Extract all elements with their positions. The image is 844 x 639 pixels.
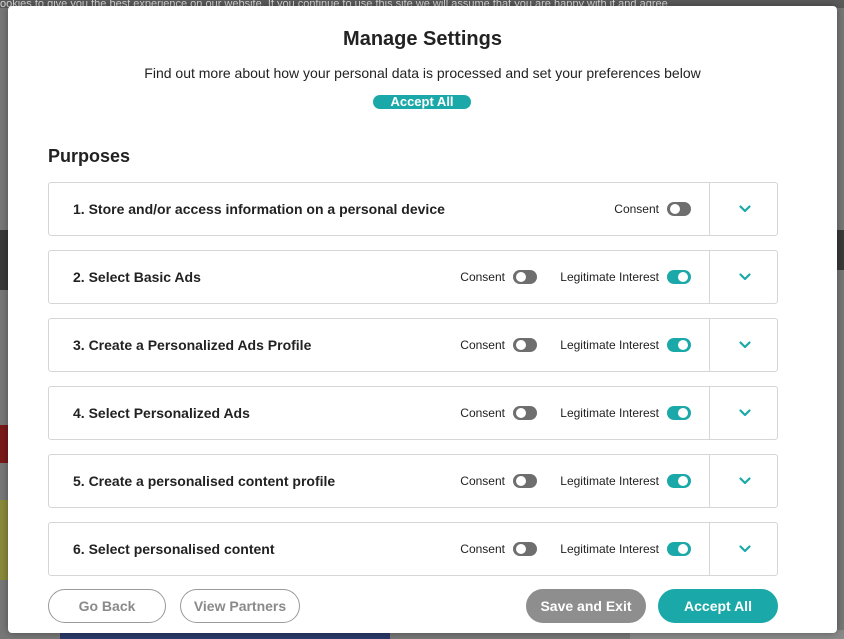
- legitimate-interest-label: Legitimate Interest: [560, 338, 659, 352]
- chevron-down-icon: [738, 409, 751, 417]
- toggle-knob: [678, 476, 688, 486]
- legitimate-interest-toggle-group: Legitimate Interest: [560, 319, 691, 371]
- consent-toggle-group: Consent: [460, 251, 537, 303]
- purpose-row: 3. Create a Personalized Ads Profile Cons…: [48, 318, 778, 372]
- consent-label: Consent: [460, 270, 505, 284]
- chevron-down-icon: [738, 545, 751, 553]
- toggle-knob: [678, 272, 688, 282]
- dialog-subtitle: Find out more about how your personal da…: [144, 65, 701, 81]
- accept-all-button[interactable]: Accept All: [658, 589, 778, 623]
- legitimate-interest-label: Legitimate Interest: [560, 406, 659, 420]
- consent-toggle[interactable]: [667, 202, 691, 216]
- expand-purpose-button[interactable]: [710, 319, 779, 371]
- legitimate-interest-toggle[interactable]: [667, 270, 691, 284]
- go-back-button[interactable]: Go Back: [48, 589, 166, 623]
- chevron-down-icon: [738, 205, 751, 213]
- manage-settings-dialog: Manage Settings Find out more about how …: [8, 6, 837, 633]
- legitimate-interest-toggle[interactable]: [667, 406, 691, 420]
- expand-purpose-button[interactable]: [710, 387, 779, 439]
- consent-toggle-group: Consent: [614, 183, 691, 235]
- purpose-title: 1. Store and/or access information on a …: [73, 201, 445, 217]
- legitimate-interest-label: Legitimate Interest: [560, 474, 659, 488]
- toggle-knob: [678, 340, 688, 350]
- purpose-title: 4. Select Personalized Ads: [73, 405, 250, 421]
- purpose-row: 1. Store and/or access information on a …: [48, 182, 778, 236]
- consent-toggle-group: Consent: [460, 523, 537, 575]
- consent-toggle[interactable]: [513, 338, 537, 352]
- consent-toggle[interactable]: [513, 406, 537, 420]
- toggle-knob: [516, 544, 526, 554]
- legitimate-interest-label: Legitimate Interest: [560, 542, 659, 556]
- purpose-row: 2. Select Basic Ads Consent Legitimate Int…: [48, 250, 778, 304]
- expand-purpose-button[interactable]: [710, 523, 779, 575]
- legitimate-interest-toggle[interactable]: [667, 474, 691, 488]
- consent-toggle[interactable]: [513, 542, 537, 556]
- purposes-list: 1. Store and/or access information on a …: [48, 182, 778, 590]
- consent-label: Consent: [460, 542, 505, 556]
- expand-purpose-button[interactable]: [710, 455, 779, 507]
- legitimate-interest-toggle[interactable]: [667, 338, 691, 352]
- consent-toggle-group: Consent: [460, 387, 537, 439]
- accept-all-top-button[interactable]: Accept All: [373, 95, 471, 109]
- purpose-row: 5. Create a personalised content profile…: [48, 454, 778, 508]
- purposes-heading: Purposes: [48, 146, 131, 166]
- purpose-title: 3. Create a Personalized Ads Profile: [73, 337, 312, 353]
- consent-label: Consent: [614, 202, 659, 216]
- toggle-knob: [516, 408, 526, 418]
- purpose-title: 2. Select Basic Ads: [73, 269, 201, 285]
- legitimate-interest-toggle-group: Legitimate Interest: [560, 387, 691, 439]
- toggle-knob: [516, 476, 526, 486]
- purpose-title: 6. Select personalised content: [73, 541, 275, 557]
- consent-label: Consent: [460, 406, 505, 420]
- background-block: [836, 230, 844, 270]
- legitimate-interest-toggle-group: Legitimate Interest: [560, 251, 691, 303]
- legitimate-interest-toggle-group: Legitimate Interest: [560, 455, 691, 507]
- consent-toggle[interactable]: [513, 474, 537, 488]
- toggle-knob: [670, 204, 680, 214]
- consent-toggle[interactable]: [513, 270, 537, 284]
- toggle-knob: [516, 272, 526, 282]
- purpose-row: 4. Select Personalized Ads Consent Legitim…: [48, 386, 778, 440]
- toggle-knob: [516, 340, 526, 350]
- consent-label: Consent: [460, 338, 505, 352]
- purpose-title: 5. Create a personalised content profile: [73, 473, 336, 489]
- legitimate-interest-toggle[interactable]: [667, 542, 691, 556]
- consent-toggle-group: Consent: [460, 319, 537, 371]
- toggle-knob: [678, 544, 688, 554]
- chevron-down-icon: [738, 341, 751, 349]
- chevron-down-icon: [738, 273, 751, 281]
- legitimate-interest-label: Legitimate Interest: [560, 270, 659, 284]
- expand-purpose-button[interactable]: [710, 251, 779, 303]
- dialog-title: Manage Settings: [343, 28, 502, 50]
- purpose-row: 6. Select personalised content Consent Leg…: [48, 522, 778, 576]
- toggle-knob: [678, 408, 688, 418]
- legitimate-interest-toggle-group: Legitimate Interest: [560, 523, 691, 575]
- consent-label: Consent: [460, 474, 505, 488]
- chevron-down-icon: [738, 477, 751, 485]
- save-and-exit-button[interactable]: Save and Exit: [526, 589, 646, 623]
- view-partners-button[interactable]: View Partners: [180, 589, 300, 623]
- consent-toggle-group: Consent: [460, 455, 537, 507]
- expand-purpose-button[interactable]: [710, 183, 779, 235]
